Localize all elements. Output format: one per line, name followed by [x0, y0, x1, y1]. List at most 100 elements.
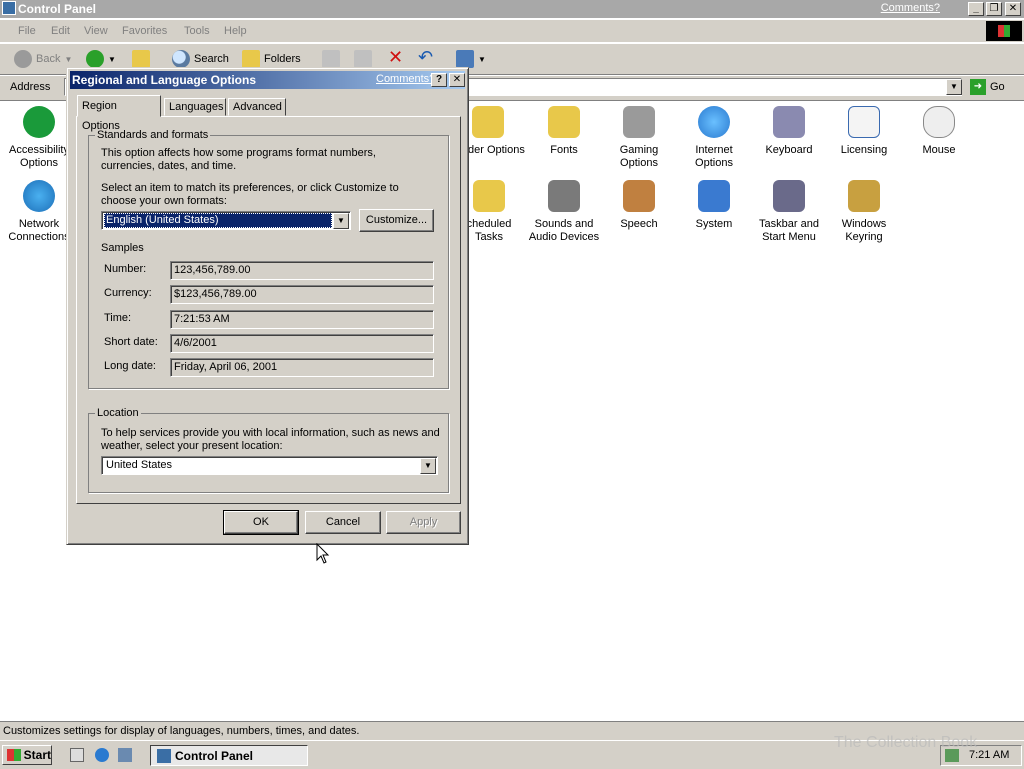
forward-arrow-icon — [86, 50, 104, 68]
dialog-close-button[interactable]: ✕ — [449, 73, 465, 87]
format-dropdown-arrow-icon[interactable]: ▼ — [333, 213, 349, 229]
cpl-sounds-audio[interactable]: Sounds and Audio Devices — [527, 180, 601, 244]
cpl-mouse[interactable]: Mouse — [902, 106, 976, 157]
cpl-fonts[interactable]: Fonts — [527, 106, 601, 157]
menu-favorites[interactable]: Favorites — [122, 25, 167, 37]
tab-advanced[interactable]: Advanced — [228, 98, 286, 116]
sample-time-label: Time: — [104, 312, 132, 324]
delete-button[interactable]: ✕ — [388, 47, 403, 68]
copy-to-icon — [354, 50, 372, 68]
cpl-accessibility-options[interactable]: Accessibility Options — [2, 106, 76, 170]
format-dropdown[interactable]: English (United States) ▼ — [101, 211, 351, 230]
sample-short-date-label: Short date: — [104, 336, 158, 348]
sample-long-date-label: Long date: — [104, 360, 156, 372]
cpl-windows-keyring[interactable]: Windows Keyring — [827, 180, 901, 244]
dialog-comments-link[interactable]: Comments? — [376, 73, 435, 85]
explorer-quicklaunch-icon[interactable] — [118, 748, 132, 762]
dialog-title: Regional and Language Options — [72, 73, 257, 87]
menu-help[interactable]: Help — [224, 25, 247, 37]
back-arrow-icon — [14, 50, 32, 68]
go-arrow-icon: ➜ — [970, 79, 986, 95]
system-icon — [698, 180, 730, 212]
standards-description: This option affects how some programs fo… — [101, 147, 376, 172]
folders-button[interactable]: Folders — [242, 50, 301, 68]
tab-languages[interactable]: Languages — [164, 98, 226, 116]
sample-time-value: 7:21:53 AM — [170, 310, 434, 329]
location-dropdown[interactable]: United States ▼ — [101, 456, 438, 475]
views-button[interactable]: ▼ — [456, 50, 486, 68]
control-panel-small-icon — [157, 748, 171, 763]
start-button[interactable]: Start — [2, 745, 52, 765]
copy-to-button[interactable] — [354, 50, 372, 68]
accessibility-icon — [23, 106, 55, 138]
up-folder-button[interactable] — [132, 50, 150, 68]
menu-file[interactable]: File — [18, 25, 36, 37]
menu-tools[interactable]: Tools — [184, 25, 210, 37]
sample-number-value: 123,456,789.00 — [170, 261, 434, 280]
back-button[interactable]: Back ▼ — [14, 50, 72, 68]
show-desktop-icon[interactable] — [70, 748, 84, 762]
sample-short-date-value: 4/6/2001 — [170, 334, 434, 353]
undo-button[interactable]: ↶ — [418, 47, 433, 68]
ok-button[interactable]: OK — [223, 510, 299, 535]
windows-flag-icon — [7, 749, 21, 761]
window-title: Control Panel — [18, 2, 97, 16]
close-button[interactable]: ✕ — [1005, 2, 1021, 16]
customize-button[interactable]: Customize... — [359, 209, 434, 232]
address-label: Address — [10, 81, 51, 93]
search-button[interactable]: Search — [172, 50, 229, 68]
sample-number-label: Number: — [104, 263, 147, 275]
menu-edit[interactable]: Edit — [51, 25, 70, 37]
cpl-system[interactable]: System — [677, 180, 751, 231]
move-to-icon — [322, 50, 340, 68]
watermark-text: The Collection Book — [834, 734, 978, 751]
address-dropdown-button[interactable]: ▼ — [946, 79, 962, 95]
cpl-network-connections[interactable]: Network Connections — [2, 180, 76, 244]
network-globe-icon — [23, 180, 55, 212]
speaker-icon — [548, 180, 580, 212]
go-button[interactable]: ➜ Go — [970, 79, 1005, 95]
help-button[interactable]: ? — [431, 73, 447, 87]
search-icon — [172, 50, 190, 68]
location-dropdown-arrow-icon[interactable]: ▼ — [420, 458, 436, 474]
cpl-taskbar-start-menu[interactable]: Taskbar and Start Menu — [752, 180, 826, 244]
control-panel-icon — [2, 1, 16, 15]
sample-currency-label: Currency: — [104, 287, 152, 299]
comments-link[interactable]: Comments? — [881, 2, 940, 14]
move-to-button[interactable] — [322, 50, 340, 68]
format-selected-value: English (United States) — [104, 213, 332, 228]
speech-icon — [623, 180, 655, 212]
window-title-bar[interactable]: Control Panel Comments? _ ❐ ✕ — [0, 0, 1024, 18]
menu-bar: File Edit View Favorites Tools Help — [0, 20, 1024, 43]
cpl-gaming-options[interactable]: Gaming Options — [602, 106, 676, 170]
select-prompt: Select an item to match its preferences,… — [101, 182, 399, 207]
sample-currency-value: $123,456,789.00 — [170, 285, 434, 304]
forward-button[interactable]: ▼ — [86, 50, 116, 68]
views-icon — [456, 50, 474, 68]
internet-globe-icon — [698, 106, 730, 138]
dialog-title-bar[interactable]: Regional and Language Options Comments? … — [70, 71, 465, 89]
mouse-icon — [923, 106, 955, 138]
restore-button[interactable]: ❐ — [986, 2, 1002, 16]
location-selected-value: United States — [106, 459, 173, 471]
menu-view[interactable]: View — [84, 25, 108, 37]
tab-region-options[interactable]: Region Options — [77, 95, 161, 132]
taskbar-control-panel-button[interactable]: Control Panel — [150, 745, 308, 766]
certificate-icon — [848, 106, 880, 138]
mouse-cursor-icon — [316, 543, 330, 564]
cpl-speech[interactable]: Speech — [602, 180, 676, 231]
delete-x-icon: ✕ — [388, 47, 404, 67]
cpl-keyboard[interactable]: Keyboard — [752, 106, 826, 157]
cancel-button[interactable]: Cancel — [305, 511, 381, 534]
cpl-internet-options[interactable]: Internet Options — [677, 106, 751, 170]
cpl-licensing[interactable]: Licensing — [827, 106, 901, 157]
tab-panel: Standards and formats This option affect… — [76, 116, 461, 504]
sample-long-date-value: Friday, April 06, 2001 — [170, 358, 434, 377]
apply-button[interactable]: Apply — [386, 511, 461, 534]
minimize-button[interactable]: _ — [968, 2, 984, 16]
keyboard-icon — [773, 106, 805, 138]
folders-icon — [242, 50, 260, 68]
regional-language-dialog: Regional and Language Options Comments? … — [66, 67, 469, 545]
internet-explorer-icon[interactable] — [95, 748, 109, 762]
scheduled-tasks-icon — [473, 180, 505, 212]
